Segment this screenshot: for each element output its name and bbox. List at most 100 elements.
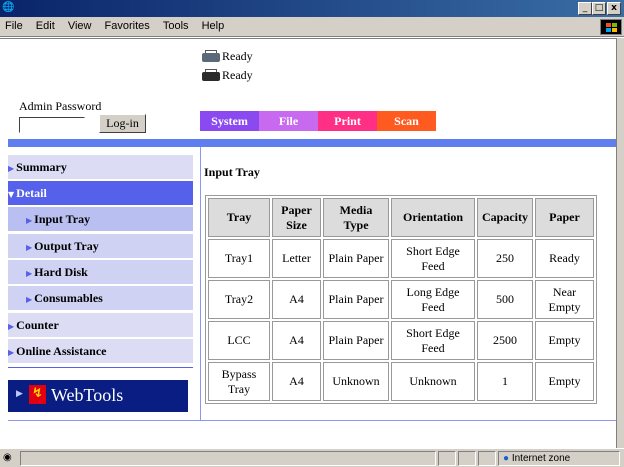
table-row: LCC A4 Plain Paper Short Edge Feed 2500 … [208, 321, 594, 360]
sidebar-item-label: Counter [16, 318, 59, 332]
printer-icon [200, 50, 222, 64]
zone-label: Internet zone [511, 453, 571, 464]
triangle-right-icon: ▶ [8, 348, 15, 357]
table-cell: 2500 [477, 321, 533, 360]
scanner-status-text: Ready [222, 68, 253, 82]
sidebar-item-hard-disk[interactable]: ▶ Hard Disk [8, 260, 193, 284]
scanner-printer-icon [200, 69, 222, 83]
column-header: Paper [535, 198, 594, 237]
fuzzy-logo-icon: ↯ [29, 385, 46, 404]
menu-bar: File Edit View Favorites Tools Help [0, 17, 624, 37]
tab-print[interactable]: Print [318, 111, 377, 131]
printer-status: Ready [200, 49, 262, 67]
maximize-button[interactable]: □ [592, 2, 606, 15]
table-row: Tray2 A4 Plain Paper Long Edge Feed 500 … [208, 280, 594, 319]
column-header: Tray [208, 198, 270, 237]
webtools-label: WebTools [51, 385, 124, 405]
table-row: Bypass Tray A4 Unknown Unknown 1 Empty [208, 362, 594, 401]
sidebar-item-label: Consumables [34, 291, 103, 305]
sidebar-item-label: Online Assistance [16, 344, 107, 358]
sidebar-item-label: Hard Disk [34, 265, 88, 279]
column-header: Media Type [323, 198, 389, 237]
header-band [8, 139, 616, 147]
sidebar-item-label: Detail [16, 186, 47, 200]
title-bar: 🌐 _ □ x [0, 0, 624, 17]
table-cell: 250 [477, 239, 533, 278]
table-cell: Letter [272, 239, 321, 278]
sidebar-item-online-assistance[interactable]: ▶ Online Assistance [8, 339, 193, 363]
sidebar-item-detail[interactable]: ▼ Detail [8, 181, 193, 205]
sidebar-item-label: Summary [16, 160, 67, 174]
status-segment [458, 451, 476, 466]
table-cell: Near Empty [535, 280, 594, 319]
table-cell: 500 [477, 280, 533, 319]
admin-password-label: Admin Password [19, 99, 102, 113]
table-cell: 1 [477, 362, 533, 401]
status-segment [478, 451, 496, 466]
sidebar-item-label: Input Tray [34, 212, 91, 226]
table-cell: Short Edge Feed [391, 239, 475, 278]
table-cell: Tray1 [208, 239, 270, 278]
status-text-area [20, 451, 436, 466]
login-button[interactable]: Log-in [99, 114, 146, 133]
table-cell: Bypass Tray [208, 362, 270, 401]
table-cell: Empty [535, 362, 594, 401]
tab-file[interactable]: File [259, 111, 318, 131]
sidebar-item-input-tray[interactable]: ▶ Input Tray [8, 207, 193, 231]
sidebar-item-counter[interactable]: ▶ Counter [8, 313, 193, 337]
triangle-right-icon: ▶ [26, 216, 33, 225]
sidebar-separator [8, 367, 193, 368]
triangle-right-icon: ▶ [16, 389, 23, 399]
table-cell: Short Edge Feed [391, 321, 475, 360]
minimize-button[interactable]: _ [578, 2, 592, 15]
column-header: Orientation [391, 198, 475, 237]
table-cell: A4 [272, 280, 321, 319]
zone-indicator: ● Internet zone [498, 451, 620, 466]
menu-tools[interactable]: Tools [158, 17, 194, 32]
table-cell: Plain Paper [323, 321, 389, 360]
table-cell: Plain Paper [323, 239, 389, 278]
table-cell: A4 [272, 321, 321, 360]
footer-divider [8, 420, 616, 421]
sidebar-item-label: Output Tray [34, 239, 99, 253]
table-cell: Ready [535, 239, 594, 278]
printer-status-text: Ready [222, 49, 253, 63]
vertical-scrollbar[interactable] [616, 38, 624, 448]
table-cell: Plain Paper [323, 280, 389, 319]
content-divider [200, 147, 201, 420]
table-cell: Unknown [391, 362, 475, 401]
triangle-right-icon: ▶ [26, 243, 33, 252]
input-tray-table: Tray Paper Size Media Type Orientation C… [205, 195, 597, 404]
sidebar-item-consumables[interactable]: ▶ Consumables [8, 286, 193, 310]
table-cell: Long Edge Feed [391, 280, 475, 319]
table-cell: Tray2 [208, 280, 270, 319]
globe-icon: ● [503, 453, 510, 464]
close-button[interactable]: x [607, 2, 621, 15]
tab-scan[interactable]: Scan [377, 111, 436, 131]
sidebar-item-summary[interactable]: ▶ Summary [8, 155, 193, 179]
scanner-status: Ready [200, 68, 262, 86]
status-segment [438, 451, 456, 466]
ie-icon: 🌐 [2, 2, 15, 13]
table-header-row: Tray Paper Size Media Type Orientation C… [208, 198, 594, 237]
menu-edit[interactable]: Edit [31, 17, 60, 32]
menu-favorites[interactable]: Favorites [100, 17, 155, 32]
admin-password-input[interactable] [19, 117, 85, 133]
page-title: Input Tray [204, 165, 260, 179]
table-cell: LCC [208, 321, 270, 360]
column-header: Paper Size [272, 198, 321, 237]
triangle-right-icon: ▶ [26, 269, 33, 278]
webtools-banner[interactable]: ▶ ↯ WebTools [8, 380, 188, 412]
page-icon: ◉ [3, 452, 12, 463]
sidebar-item-output-tray[interactable]: ▶ Output Tray [8, 234, 193, 258]
triangle-right-icon: ▶ [26, 295, 33, 304]
column-header: Capacity [477, 198, 533, 237]
triangle-down-icon: ▼ [8, 190, 15, 199]
windows-logo-icon [600, 19, 622, 35]
menu-view[interactable]: View [63, 17, 97, 32]
menu-help[interactable]: Help [197, 17, 230, 32]
menu-file[interactable]: File [0, 17, 28, 32]
triangle-right-icon: ▶ [8, 322, 15, 331]
tab-system[interactable]: System [200, 111, 259, 131]
table-row: Tray1 Letter Plain Paper Short Edge Feed… [208, 239, 594, 278]
